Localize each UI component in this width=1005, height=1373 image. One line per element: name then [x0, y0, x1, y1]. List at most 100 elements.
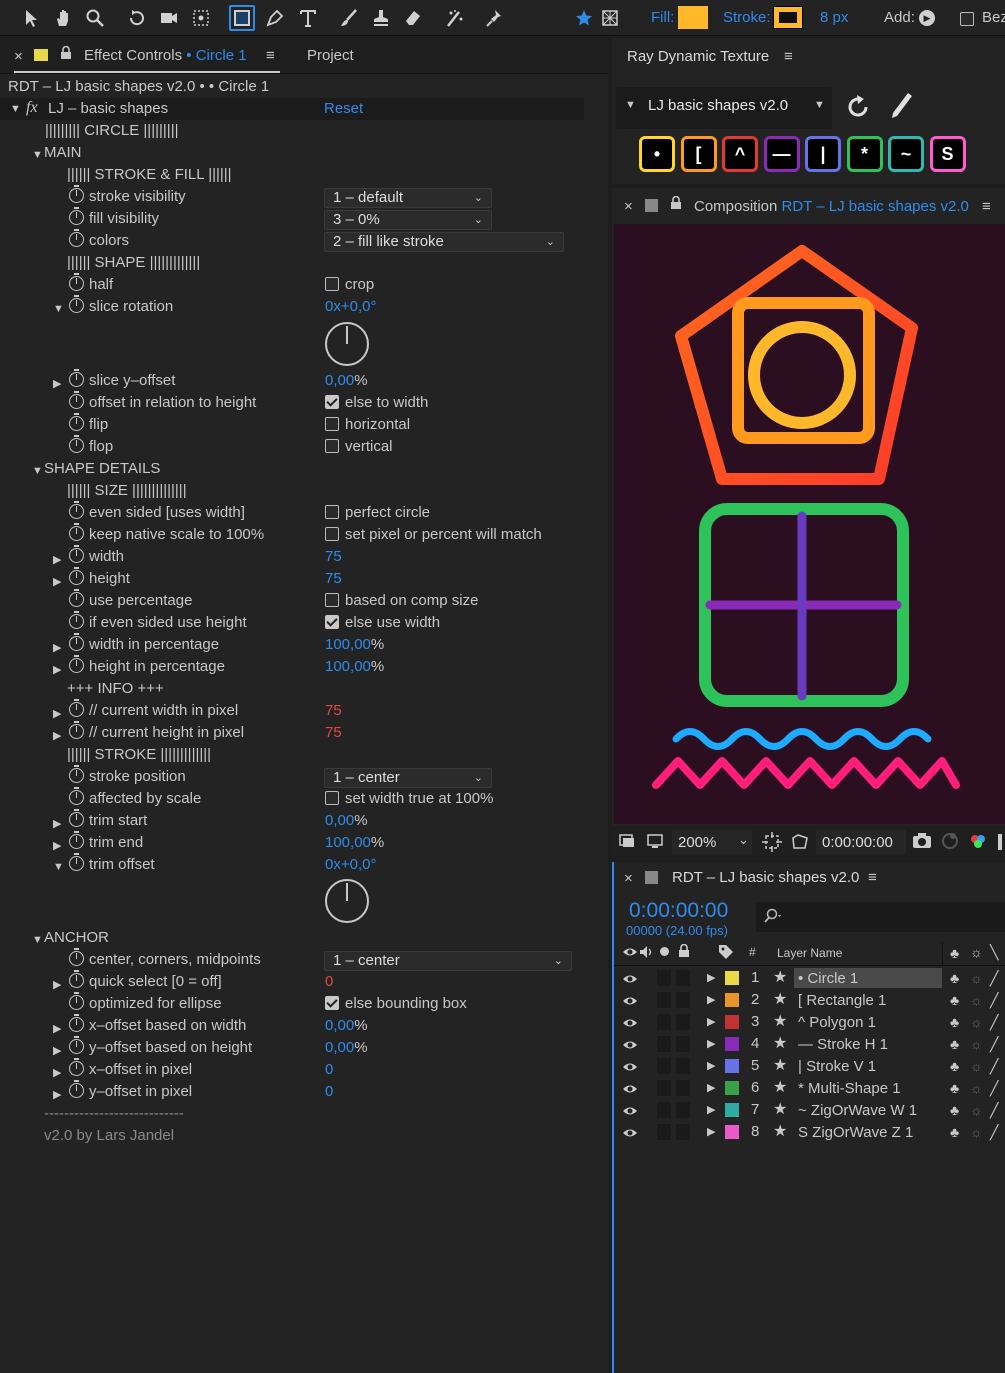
height-value[interactable]: 75: [325, 570, 342, 587]
checkbox-checked[interactable]: [325, 996, 339, 1010]
stopwatch-icon[interactable]: [69, 611, 84, 629]
snapshot-icon[interactable]: [618, 832, 636, 854]
half-checkbox[interactable]: crop: [325, 276, 374, 293]
trim-offset-value[interactable]: 0x+0,0°: [325, 856, 376, 873]
checkbox[interactable]: [325, 277, 339, 291]
layer-row[interactable]: ▶ 3 ★ ^ Polygon 1 ♣ ☼ ╱: [614, 1011, 1005, 1033]
shape-button[interactable]: |: [805, 136, 841, 172]
layer-label-color[interactable]: [725, 1059, 739, 1073]
shape-button[interactable]: ^: [722, 136, 758, 172]
quality-switch-icon[interactable]: ╱: [990, 1055, 998, 1077]
fill-swatch[interactable]: [678, 6, 708, 29]
shy-switch-icon[interactable]: ♣: [950, 1099, 959, 1121]
video-eye-icon[interactable]: [622, 945, 638, 963]
star-tool-icon[interactable]: [571, 5, 597, 31]
stopwatch-icon[interactable]: [69, 369, 84, 387]
stopwatch-icon[interactable]: [69, 391, 84, 409]
expand-icon[interactable]: ▶: [53, 978, 61, 991]
stopwatch-icon[interactable]: [69, 567, 84, 585]
lock-icon[interactable]: [670, 195, 682, 214]
stopwatch-icon[interactable]: [69, 273, 84, 291]
stopwatch-icon[interactable]: [69, 545, 84, 563]
expand-preset-icon[interactable]: ▼: [625, 99, 636, 111]
expand-layer-icon[interactable]: ▶: [707, 967, 715, 989]
zoom-dropdown[interactable]: 200% ⌄: [672, 830, 752, 854]
shy-switch-icon[interactable]: ♣: [950, 1033, 959, 1055]
stopwatch-icon[interactable]: [69, 1036, 84, 1054]
optimized-ellipse-checkbox[interactable]: else bounding box: [325, 995, 467, 1012]
more-icon[interactable]: [998, 834, 1002, 850]
layer-name[interactable]: | Stroke V 1: [794, 1056, 942, 1076]
quick-select-value[interactable]: 0: [325, 973, 333, 990]
shape-button[interactable]: ~: [888, 136, 924, 172]
stopwatch-icon[interactable]: [69, 295, 84, 313]
lock-switch[interactable]: [676, 992, 690, 1008]
layer-row[interactable]: ▶ 5 ★ | Stroke V 1 ♣ ☼ ╱: [614, 1055, 1005, 1077]
solo-switch[interactable]: [657, 1036, 671, 1052]
expand-icon[interactable]: ▶: [53, 553, 61, 566]
solo-switch[interactable]: [657, 1058, 671, 1074]
puppet-pin-tool-icon[interactable]: [482, 5, 508, 31]
flip-checkbox[interactable]: horizontal: [325, 416, 410, 433]
timeline-current-time[interactable]: 0:00:00:00: [629, 899, 728, 923]
composition-viewer[interactable]: [614, 224, 1005, 824]
layer-row[interactable]: ▶ 8 ★ S ZigOrWave Z 1 ♣ ☼ ╱: [614, 1121, 1005, 1143]
quality-switch-icon[interactable]: ╱: [990, 967, 998, 989]
show-snapshot-icon[interactable]: [940, 831, 960, 855]
brush-tool-icon[interactable]: [336, 5, 362, 31]
main-group-label[interactable]: MAIN: [44, 144, 82, 161]
layer-row[interactable]: ▶ 6 ★ * Multi-Shape 1 ♣ ☼ ╱: [614, 1077, 1005, 1099]
checkbox[interactable]: [325, 439, 339, 453]
stopwatch-icon[interactable]: [69, 1080, 84, 1098]
layer-label-color[interactable]: [725, 1125, 739, 1139]
stroke-position-dropdown[interactable]: 1 – center ⌄: [324, 768, 492, 788]
layer-label-color[interactable]: [725, 1015, 739, 1029]
layer-label-color[interactable]: [725, 1037, 739, 1051]
stopwatch-icon[interactable]: [69, 721, 84, 739]
tab-composition[interactable]: Composition RDT – LJ basic shapes v2.0: [694, 198, 969, 215]
camera-tool-icon[interactable]: [156, 5, 182, 31]
quality-switch-icon[interactable]: ╱: [990, 1011, 998, 1033]
expand-layer-icon[interactable]: ▶: [707, 1055, 715, 1077]
fill-visibility-dropdown[interactable]: 3 – 0% ⌄: [324, 210, 492, 230]
trim-offset-dial[interactable]: [325, 879, 369, 923]
close-tab-icon[interactable]: ×: [624, 870, 633, 887]
expand-icon[interactable]: ▶: [53, 1044, 61, 1057]
expand-trim-offset-icon[interactable]: ▼: [53, 861, 64, 873]
region-of-interest-icon[interactable]: [762, 832, 782, 856]
expand-icon[interactable]: ▶: [53, 377, 61, 390]
x-offset-pixel-value[interactable]: 0: [325, 1061, 333, 1078]
lock-switch[interactable]: [676, 1036, 690, 1052]
expand-slice-rotation-icon[interactable]: ▼: [53, 303, 64, 315]
transparency-grid-icon[interactable]: [790, 832, 810, 856]
grid-snap-icon[interactable]: [597, 5, 623, 31]
stopwatch-icon[interactable]: [69, 809, 84, 827]
collapse-switch-icon[interactable]: ☼: [970, 1055, 983, 1077]
height-percentage-field[interactable]: 100,00%: [325, 658, 384, 675]
collapse-switch-icon[interactable]: ☼: [970, 1033, 983, 1055]
slice-rotation-dial[interactable]: [325, 322, 369, 366]
layer-search-input[interactable]: [756, 902, 1005, 932]
solo-switch[interactable]: [657, 1102, 671, 1118]
channel-rgb-icon[interactable]: [968, 831, 988, 855]
pencil-icon[interactable]: [888, 91, 914, 125]
stopwatch-icon[interactable]: [69, 970, 84, 988]
current-height-value[interactable]: 75: [325, 724, 342, 741]
checkbox-checked[interactable]: [325, 615, 339, 629]
eye-icon[interactable]: [622, 1125, 638, 1147]
hand-tool-icon[interactable]: [50, 5, 76, 31]
checkbox[interactable]: [325, 791, 339, 805]
y-offset-pixel-value[interactable]: 0: [325, 1083, 333, 1100]
x-offset-width-field[interactable]: 0,00%: [325, 1017, 368, 1034]
stopwatch-icon[interactable]: [69, 765, 84, 783]
bezier-checkbox[interactable]: [960, 12, 974, 26]
shape-button[interactable]: *: [846, 136, 883, 172]
checkbox-checked[interactable]: [325, 395, 339, 409]
collapse-switch-icon[interactable]: ☼: [970, 967, 983, 989]
tab-project[interactable]: Project: [307, 47, 354, 64]
panel-menu-icon[interactable]: ≡: [868, 869, 877, 886]
shape-button[interactable]: [: [680, 136, 717, 172]
layer-row[interactable]: ▶ 4 ★ — Stroke H 1 ♣ ☼ ╱: [614, 1033, 1005, 1055]
expand-layer-icon[interactable]: ▶: [707, 989, 715, 1011]
stopwatch-icon[interactable]: [69, 1058, 84, 1076]
